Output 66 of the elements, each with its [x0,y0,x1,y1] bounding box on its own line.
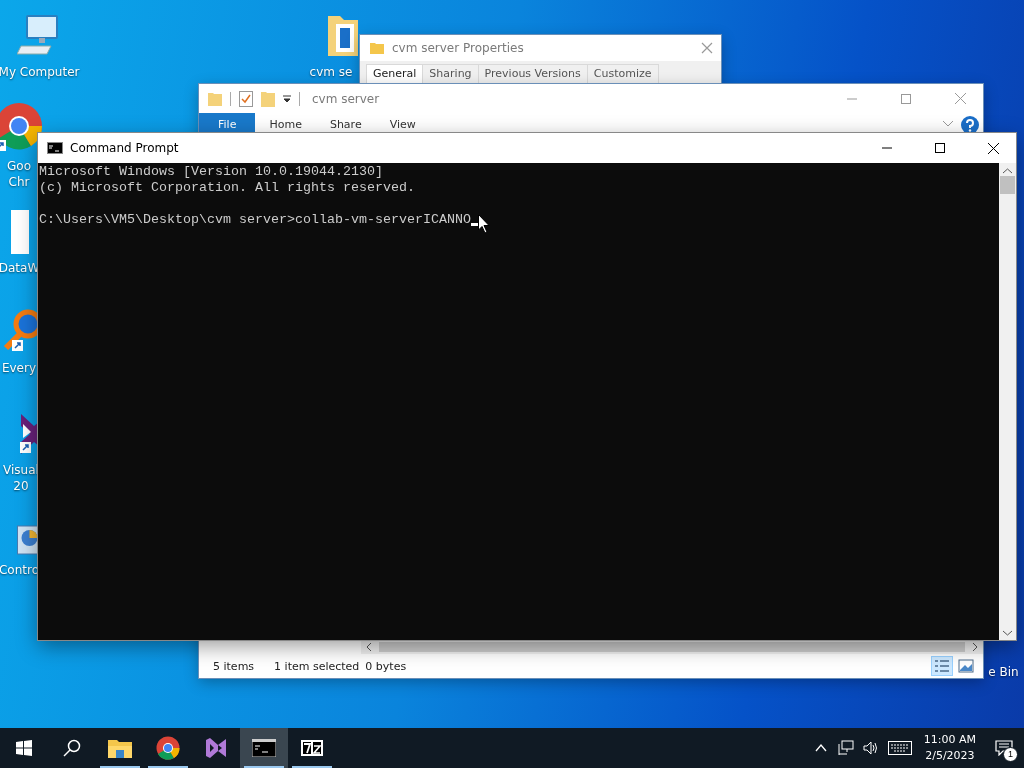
console-line: (c) Microsoft Corporation. All rights reserved. [39,180,415,196]
window-title: cvm server [312,91,381,106]
vertical-scrollbar[interactable] [999,163,1016,640]
console-line: C:\Users\VM5\Desktop\cvm server>collab-vm-serverICANNO [39,212,471,228]
icon-label: Every [1,360,37,376]
scroll-right-icon[interactable] [971,643,979,651]
icon-label: Chr [8,174,30,190]
status-text: 1 item selected [274,659,360,673]
folder-icon [370,42,384,54]
close-icon [987,142,999,154]
notification-badge: 1 [1003,747,1018,762]
speaker-icon[interactable] [863,740,880,756]
message-icon [995,740,1013,756]
chevron-icon[interactable] [943,121,953,127]
scroll-up-icon[interactable] [1003,168,1012,174]
clock-time[interactable]: 11:00 AM [923,732,976,748]
computer-icon [17,14,61,58]
scroll-down-icon[interactable] [1003,630,1012,636]
window-title: Command Prompt [70,141,180,155]
close-icon [954,93,966,104]
archive-icon [301,740,323,756]
chrome-icon [156,736,180,760]
properties-icon[interactable] [239,90,253,107]
maximize-icon [901,93,911,104]
status-text: 0 bytes [365,659,407,673]
ribbon-tab[interactable]: Share [315,113,376,136]
status-text: 5 items [213,659,255,673]
dropdown-icon[interactable] [283,94,291,103]
search-icon [63,739,81,757]
visual-studio-icon [204,736,228,760]
notification-button[interactable]: 1 [984,728,1024,768]
keyboard-icon[interactable] [887,741,912,755]
scroll-left-icon[interactable] [365,643,373,651]
console-line: Microsoft Windows [Version 10.0.19044.2130] [39,164,383,180]
icon-label: e Bin [988,664,1019,680]
icon-label: Goo [7,158,31,174]
icon-label: cvm se [309,64,353,80]
icon-label: 20 [13,478,29,494]
maximize-icon [935,143,945,153]
ribbon-tab[interactable]: Home [255,113,316,136]
control-panel-icon [17,524,38,556]
tab[interactable]: Customize [586,64,659,84]
tab[interactable]: General [366,64,424,84]
windows-icon [16,740,32,756]
terminal-icon [252,739,276,757]
mouse-pointer-icon [478,214,490,234]
icon-label: My Computer [0,64,80,80]
close-icon[interactable] [701,42,713,54]
window-title: cvm server Properties [392,41,525,55]
details-view-button[interactable] [931,656,953,676]
taskbar-app-button[interactable] [240,728,288,768]
icon-label: Visual [3,462,39,478]
terminal-icon [47,142,63,154]
network-icon[interactable] [838,740,855,756]
clock-date[interactable]: 2/5/2023 [923,748,976,764]
folder-icon [108,738,132,758]
ribbon-tab[interactable]: View [375,113,430,136]
folder-icon [208,91,222,106]
image-icon [958,659,974,673]
large-icons-view-button[interactable] [955,656,977,676]
chevron-up-icon[interactable] [815,744,828,752]
scroll-thumb[interactable] [379,642,965,652]
scroll-thumb[interactable] [1000,176,1015,194]
list-icon [934,659,950,673]
document-icon [9,210,29,254]
text-cursor [470,223,479,226]
